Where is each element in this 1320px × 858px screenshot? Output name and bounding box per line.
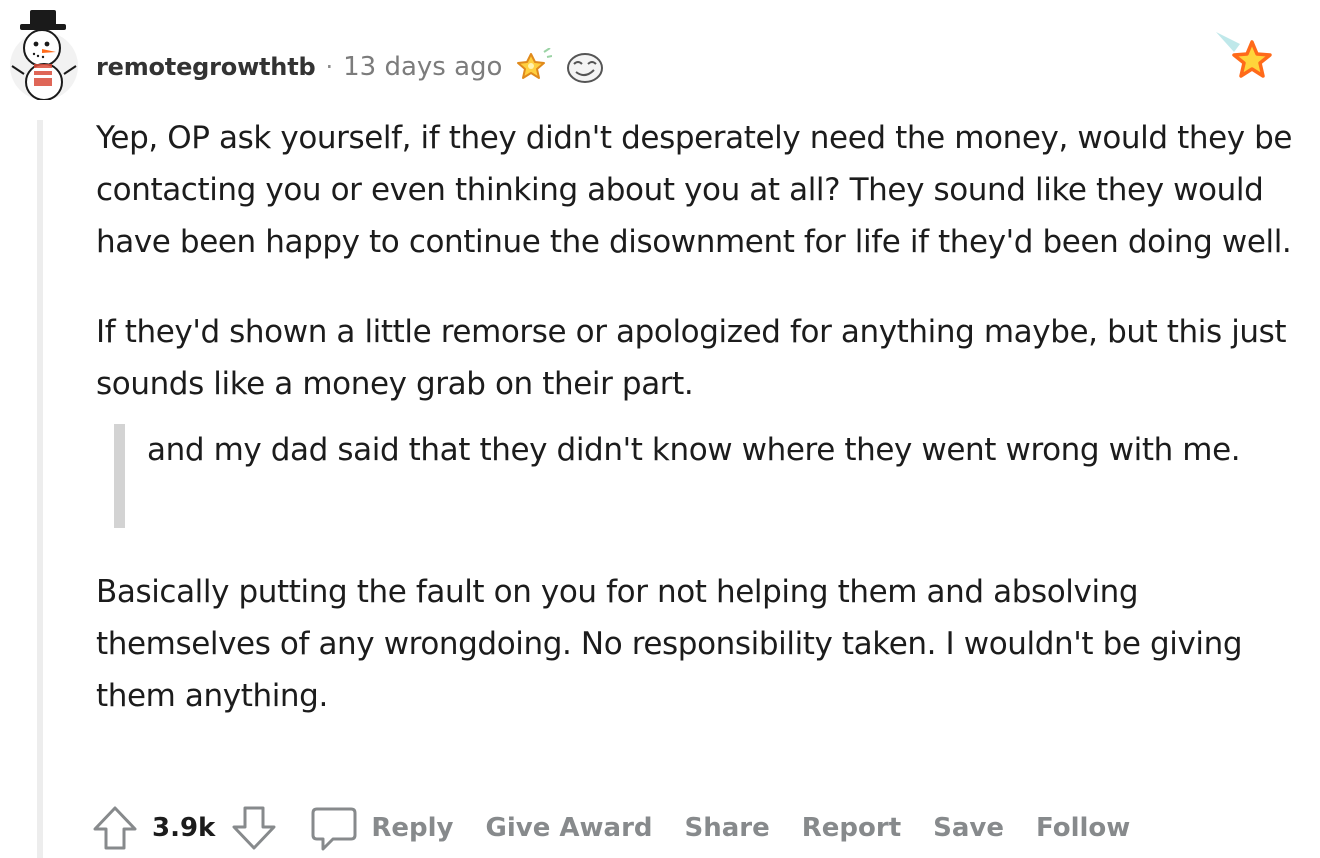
timestamp[interactable]: 13 days ago [343,52,502,82]
reply-button[interactable]: Reply [371,813,453,843]
blockquote: and my dad said that they didn't know wh… [114,424,1306,528]
comment-paragraph-3: Basically putting the fault on you for n… [96,574,1243,714]
comment-bubble-icon[interactable] [309,803,359,853]
save-button[interactable]: Save [933,813,1004,843]
snowman-avatar-icon[interactable] [6,8,82,100]
upvote-icon[interactable] [90,803,140,853]
comment-header: remotegrowthtb · 13 days ago [96,44,606,90]
comment-paragraph-2: If they'd shown a little remorse or apol… [96,314,1287,402]
vote-score: 3.9k [152,813,216,843]
username-link[interactable]: remotegrowthtb [96,53,316,81]
share-button[interactable]: Share [685,813,770,843]
give-award-button[interactable]: Give Award [486,813,653,843]
quote-text: and my dad said that they didn't know wh… [147,432,1241,468]
face-award-icon[interactable] [564,48,606,86]
follow-button[interactable]: Follow [1036,813,1130,843]
comment-paragraph-1: Yep, OP ask yourself, if they didn't des… [96,120,1293,260]
report-button[interactable]: Report [802,813,901,843]
downvote-icon[interactable] [229,803,279,853]
thread-line[interactable] [37,120,43,858]
comment-actions: 3.9k Reply Give Award Share Report Save … [90,800,1162,856]
star-burst-award-icon[interactable] [514,48,553,86]
shooting-star-award-icon[interactable] [1212,30,1282,92]
comment-body: Yep, OP ask yourself, if they didn't des… [96,112,1306,722]
meta-separator: · [325,53,334,81]
